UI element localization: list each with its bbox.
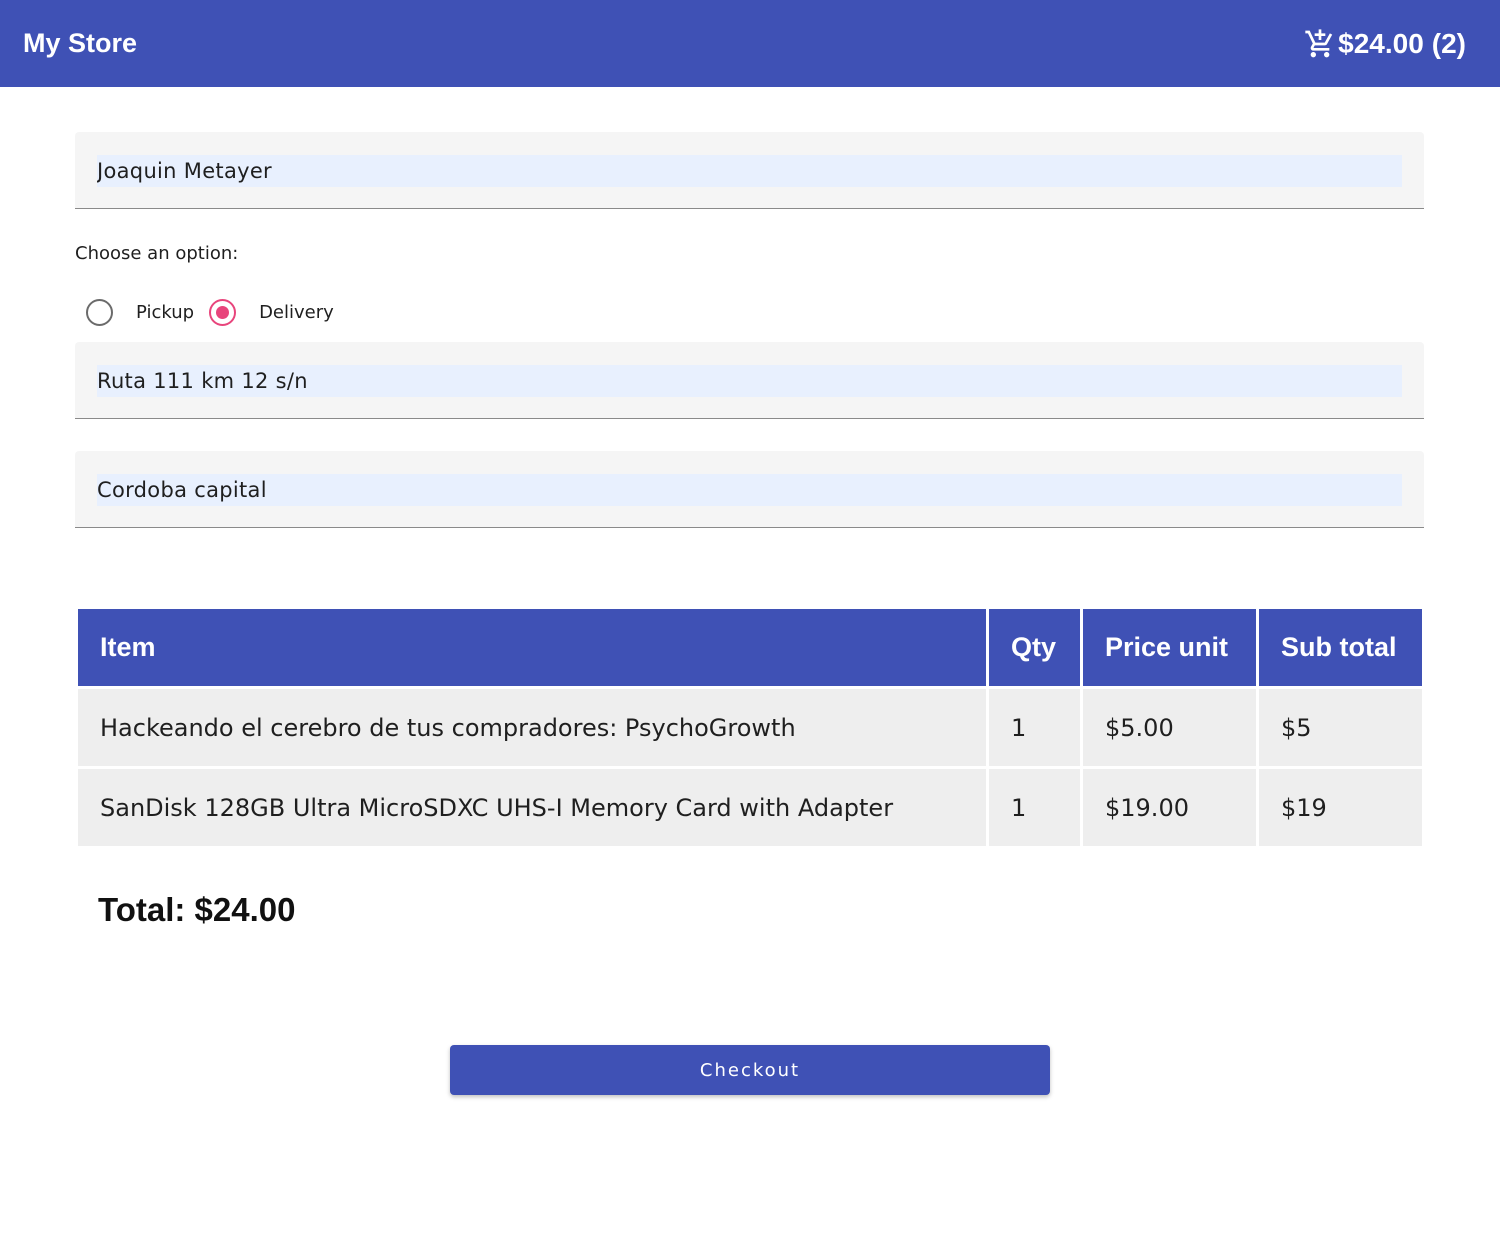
cell-item: SanDisk 128GB Ultra MicroSDXC UHS-I Memo…	[78, 769, 986, 846]
cell-sub-total: $19	[1259, 769, 1422, 846]
city-field-container	[75, 451, 1424, 528]
radio-pickup-label[interactable]: Pickup	[136, 302, 194, 323]
order-total: Total: $24.00	[98, 891, 296, 928]
address-field-container	[75, 342, 1424, 419]
store-title[interactable]: My Store	[23, 28, 137, 59]
cell-qty: 1	[989, 689, 1080, 766]
cell-price-unit: $5.00	[1083, 689, 1256, 766]
table-header-row: Item Qty Price unit Sub total	[78, 609, 1422, 686]
name-field-container	[75, 132, 1424, 209]
cart-button[interactable]: $24.00 (2)	[1304, 28, 1466, 60]
top-toolbar: My Store $24.00 (2)	[0, 0, 1500, 87]
radio-delivery[interactable]: Delivery	[209, 299, 334, 326]
cell-item: Hackeando el cerebro de tus compradores:…	[78, 689, 986, 766]
cart-count: (2)	[1431, 27, 1466, 59]
add-shopping-cart-icon	[1304, 28, 1336, 60]
option-label: Choose an option:	[75, 243, 239, 264]
radio-delivery-circle[interactable]	[209, 299, 237, 326]
header-qty: Qty	[989, 609, 1080, 686]
header-item: Item	[78, 609, 986, 686]
cart-items-table: Item Qty Price unit Sub total Hackeando …	[75, 606, 1425, 849]
header-price-unit: Price unit	[1083, 609, 1256, 686]
name-input[interactable]	[97, 155, 1402, 187]
cart-total: $24.00	[1338, 27, 1424, 59]
radio-pickup[interactable]: Pickup	[86, 299, 209, 326]
checkout-button[interactable]: Checkout	[450, 1045, 1050, 1095]
cell-sub-total: $5	[1259, 689, 1422, 766]
header-sub-total: Sub total	[1259, 609, 1422, 686]
cell-qty: 1	[989, 769, 1080, 846]
address-input[interactable]	[97, 365, 1402, 397]
delivery-option-group: Pickup Delivery	[86, 299, 334, 326]
city-input[interactable]	[97, 474, 1402, 506]
checkout-form	[75, 132, 1424, 209]
radio-pickup-circle[interactable]	[86, 299, 113, 326]
table-row: SanDisk 128GB Ultra MicroSDXC UHS-I Memo…	[78, 769, 1422, 846]
radio-delivery-label[interactable]: Delivery	[259, 302, 334, 323]
table-row: Hackeando el cerebro de tus compradores:…	[78, 689, 1422, 766]
cell-price-unit: $19.00	[1083, 769, 1256, 846]
